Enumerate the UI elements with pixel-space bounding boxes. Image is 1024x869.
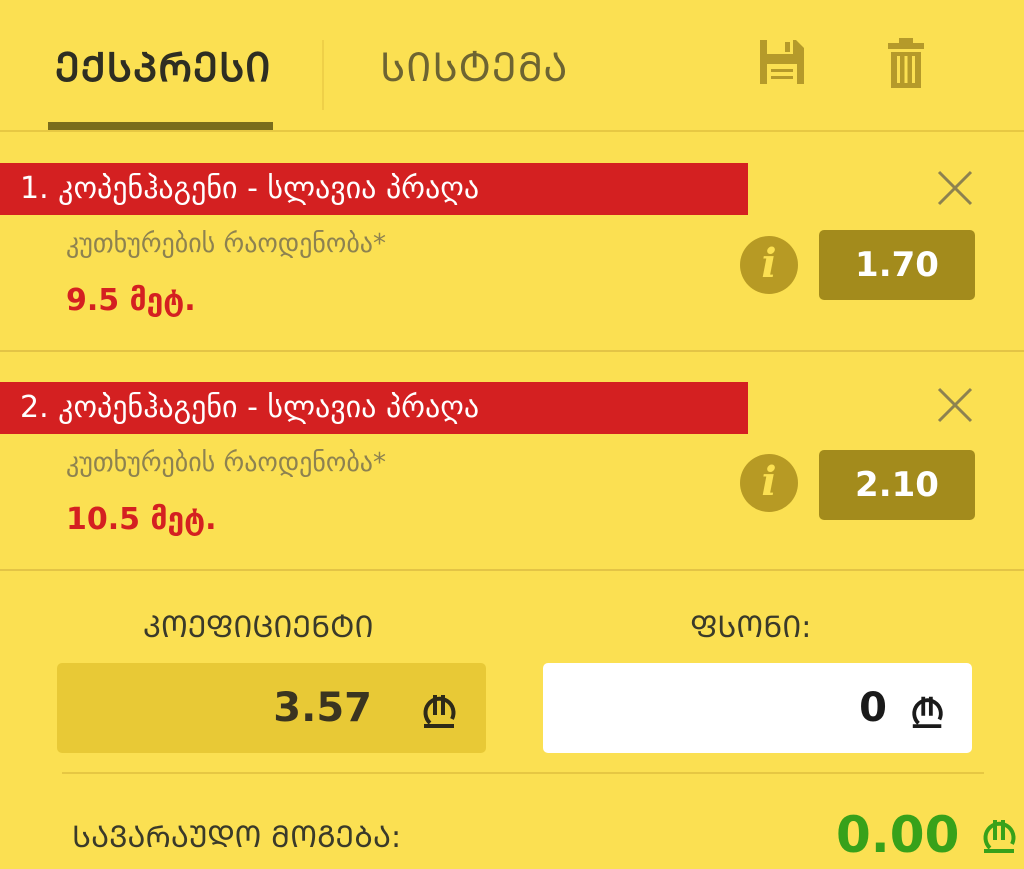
bet-selection: 10.5 მეტ. (66, 502, 217, 537)
bet-market: კუთხურების რაოდენობა* (66, 229, 386, 259)
info-icon[interactable]: i (740, 236, 798, 294)
lari-icon (423, 695, 456, 728)
coefficient-value: 3.57 (273, 685, 372, 731)
bet-type-tabs: ᲔᲥᲡᲞᲠᲔᲡᲘ ᲡᲘᲡᲢᲔᲛᲐ (0, 0, 1024, 132)
bet-match-title: 2. კოპენჰაგენი - სლავია პრაღა (0, 382, 748, 434)
bet-item: 2. კოპენჰაგენი - სლავია პრაღა კუთხურების… (0, 382, 1024, 572)
tab-express[interactable]: ᲔᲥᲡᲞᲠᲔᲡᲘ (55, 38, 271, 93)
tab-system[interactable]: ᲡᲘᲡᲢᲔᲛᲐ (380, 38, 568, 93)
bet-match-title: 1. კოპენჰაგენი - სლავია პრაღა (0, 163, 748, 215)
bet-market: კუთხურების რაოდენობა* (66, 448, 386, 478)
stake-label: ᲤᲡᲝᲜᲘ: (690, 610, 812, 645)
bet-divider (0, 569, 1024, 571)
summary-divider (62, 772, 984, 774)
tab-separator (322, 40, 324, 110)
bet-odds[interactable]: 1.70 (819, 230, 975, 300)
stake-input[interactable]: 0 (543, 663, 972, 753)
info-icon[interactable]: i (740, 454, 798, 512)
lari-icon (912, 696, 943, 729)
header-divider (0, 130, 1024, 132)
close-icon[interactable] (936, 386, 974, 424)
trash-icon[interactable] (886, 38, 926, 88)
bet-divider (0, 350, 1024, 352)
potential-win-label: ᲡᲐᲕᲐᲠᲐᲣᲓᲝ ᲛᲝᲒᲔᲑᲐ: (72, 820, 402, 855)
coefficient-label: ᲙᲝᲔᲤᲘᲪᲘᲔᲜᲢᲘ (143, 610, 374, 645)
coefficient-field: 3.57 (57, 663, 486, 753)
bet-item: 1. კოპენჰაგენი - სლავია პრაღა კუთხურების… (0, 163, 1024, 353)
bet-selection: 9.5 მეტ. (66, 283, 196, 318)
potential-win-value: 0.00 (836, 806, 960, 864)
close-icon[interactable] (936, 169, 974, 207)
stake-value: 0 (859, 685, 887, 731)
save-icon[interactable] (758, 38, 806, 86)
lari-icon (983, 820, 1016, 853)
bet-odds[interactable]: 2.10 (819, 450, 975, 520)
